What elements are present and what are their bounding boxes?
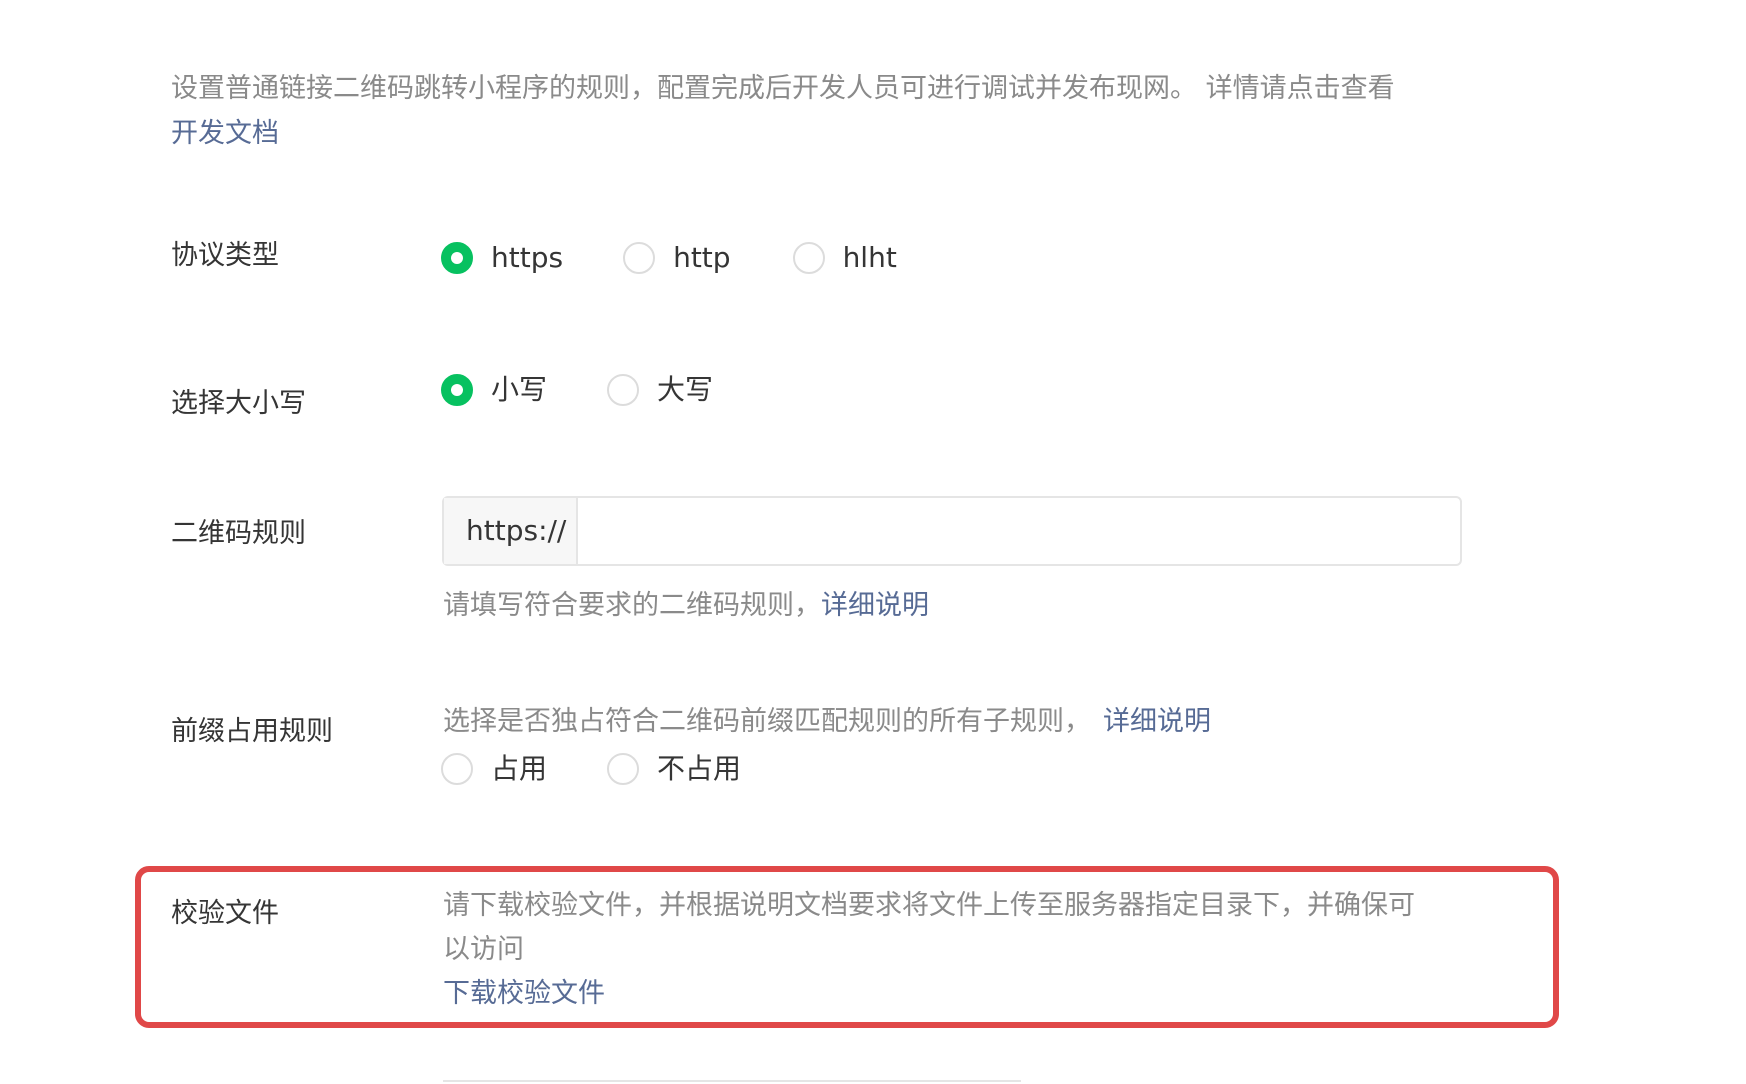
prefix-rule-radio-group: 占用 不占用 (441, 749, 741, 789)
case-radio-group: 小写 大写 (441, 370, 713, 410)
case-option-lowercase[interactable]: 小写 (441, 370, 547, 410)
protocol-radio-group: https http hlht (441, 238, 897, 278)
qr-rule-detail-link[interactable]: 详细说明 (821, 590, 929, 621)
verify-file-label: 校验文件 (171, 898, 279, 929)
qr-rule-config-page: 设置普通链接二维码跳转小程序的规则，配置完成后开发人员可进行调试并发布现网。 详… (0, 0, 1746, 1084)
verify-file-description: 请下载校验文件，并根据说明文档要求将文件上传至服务器指定目录下，并确保可 以访问… (443, 884, 1463, 1016)
protocol-option-label: https (491, 241, 564, 274)
verify-file-description-line1: 请下载校验文件，并根据说明文档要求将文件上传至服务器指定目录下，并确保可 (443, 890, 1415, 921)
radio-unchecked-icon (607, 374, 640, 406)
radio-unchecked-icon (607, 753, 640, 785)
qr-rule-input-group: https:// (442, 496, 1462, 566)
prefix-rule-hint: 选择是否独占符合二维码前缀匹配规则的所有子规则， 详细说明 (443, 700, 1211, 744)
qr-rule-hint-text: 请填写符合要求的二维码规则， (443, 590, 821, 621)
prefix-option-occupy[interactable]: 占用 (441, 749, 547, 789)
radio-checked-icon (441, 374, 473, 406)
prefix-option-no-occupy[interactable]: 不占用 (607, 749, 741, 789)
protocol-option-http[interactable]: http (623, 238, 731, 278)
radio-unchecked-icon (792, 242, 825, 274)
protocol-type-label: 协议类型 (171, 240, 279, 271)
prefix-option-label: 不占用 (657, 752, 742, 785)
protocol-option-label: hlht (842, 241, 897, 274)
dev-docs-link[interactable]: 开发文档 (171, 118, 279, 149)
case-option-label: 大写 (657, 373, 714, 406)
qr-rule-prefix: https:// (444, 498, 578, 564)
qr-rule-input[interactable] (578, 498, 1460, 564)
download-verify-file-link[interactable]: 下载校验文件 (443, 978, 605, 1009)
prefix-option-label: 占用 (491, 752, 548, 785)
bottom-divider (443, 1080, 1021, 1082)
case-option-uppercase[interactable]: 大写 (607, 370, 713, 410)
qr-rule-label: 二维码规则 (171, 518, 306, 549)
protocol-option-label: http (673, 241, 731, 274)
case-select-label: 选择大小写 (171, 388, 306, 419)
radio-checked-icon (441, 242, 473, 274)
protocol-option-hlht[interactable]: hlht (792, 238, 897, 278)
protocol-option-https[interactable]: https (441, 238, 563, 278)
radio-unchecked-icon (441, 753, 473, 785)
qr-rule-hint: 请填写符合要求的二维码规则，详细说明 (443, 584, 929, 628)
radio-unchecked-icon (623, 242, 656, 274)
case-option-label: 小写 (491, 373, 548, 406)
verify-file-description-line2: 以访问 (443, 934, 524, 965)
intro-description: 设置普通链接二维码跳转小程序的规则，配置完成后开发人员可进行调试并发布现网。 详… (171, 73, 1395, 104)
prefix-rule-hint-text: 选择是否独占符合二维码前缀匹配规则的所有子规则， (443, 706, 1091, 737)
intro-text: 设置普通链接二维码跳转小程序的规则，配置完成后开发人员可进行调试并发布现网。 详… (171, 66, 1501, 156)
prefix-rule-detail-link[interactable]: 详细说明 (1103, 706, 1211, 737)
prefix-rule-label: 前缀占用规则 (171, 716, 333, 747)
